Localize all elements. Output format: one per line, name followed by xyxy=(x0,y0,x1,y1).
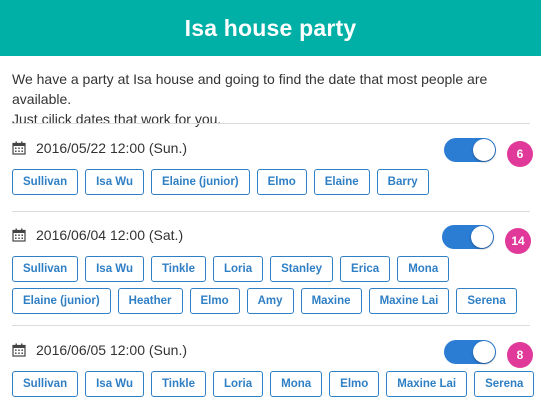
attendee-count-badge: 8 xyxy=(507,342,533,368)
attendee-chip[interactable]: Elaine xyxy=(313,169,370,195)
page-title: Isa house party xyxy=(184,14,357,41)
date-row-header: 2016/06/04 12:00 (Sat.) xyxy=(12,225,183,245)
attendee-chip[interactable]: Maxine Lai xyxy=(386,371,468,397)
calendar-icon xyxy=(12,228,26,242)
description-line-2: Just cilick dates that work for you. xyxy=(12,111,222,127)
attendee-chip[interactable]: Serena xyxy=(474,371,535,397)
attendee-chip[interactable]: Elaine (junior) xyxy=(150,169,250,195)
availability-toggle[interactable] xyxy=(444,340,496,364)
attendee-chip[interactable]: Elmo xyxy=(329,371,380,397)
attendee-chip[interactable]: Tinkle xyxy=(150,256,206,282)
attendee-chip[interactable]: Loria xyxy=(213,256,264,282)
date-row-header: 2016/05/22 12:00 (Sun.) xyxy=(12,138,187,158)
attendee-list: Sullivan Isa Wu Tinkle Loria Mona Elmo M… xyxy=(12,371,537,397)
calendar-icon xyxy=(12,141,26,155)
attendee-chip[interactable]: Tinkle xyxy=(150,371,206,397)
attendee-chip[interactable]: Stanley xyxy=(270,256,334,282)
attendee-chip[interactable]: Elmo xyxy=(189,288,240,314)
attendee-list: Sullivan Isa Wu Elaine (junior) Elmo Ela… xyxy=(12,169,537,195)
attendee-chip[interactable]: Sullivan xyxy=(12,256,79,282)
calendar-icon xyxy=(12,343,26,357)
attendee-chip[interactable]: Maxine Lai xyxy=(368,288,450,314)
toggle-knob xyxy=(473,139,495,161)
divider xyxy=(12,123,530,124)
date-label: 2016/06/05 12:00 (Sun.) xyxy=(36,342,188,358)
description-line-1: We have a party at Isa house and going t… xyxy=(12,71,488,107)
attendee-chip[interactable]: Loria xyxy=(213,371,264,397)
attendee-chip[interactable]: Mona xyxy=(270,371,323,397)
attendee-chip[interactable]: Maxine xyxy=(300,288,362,314)
availability-toggle[interactable] xyxy=(442,225,494,249)
attendee-chip[interactable]: Heather xyxy=(117,288,183,314)
app-header: Isa house party xyxy=(0,0,541,56)
attendee-chip[interactable]: Elmo xyxy=(256,169,307,195)
date-label: 2016/06/04 12:00 (Sat.) xyxy=(36,227,184,243)
toggle-knob xyxy=(471,226,493,248)
attendee-chip[interactable]: Barry xyxy=(376,169,429,195)
date-label: 2016/05/22 12:00 (Sun.) xyxy=(36,140,188,156)
attendee-chip[interactable]: Isa Wu xyxy=(85,256,144,282)
divider xyxy=(12,325,530,326)
description: We have a party at Isa house and going t… xyxy=(12,69,537,129)
attendee-chip[interactable]: Elaine (junior) xyxy=(12,288,111,314)
attendee-chip[interactable]: Serena xyxy=(456,288,517,314)
attendee-chip[interactable]: Erica xyxy=(340,256,391,282)
toggle-knob xyxy=(473,341,495,363)
attendee-count-badge: 14 xyxy=(505,228,531,254)
availability-toggle[interactable] xyxy=(444,138,496,162)
attendee-count-badge: 6 xyxy=(507,141,533,167)
attendee-chip[interactable]: Isa Wu xyxy=(85,371,144,397)
attendee-chip[interactable]: Amy xyxy=(246,288,294,314)
date-row-header: 2016/06/05 12:00 (Sun.) xyxy=(12,340,187,360)
attendee-chip[interactable]: Isa Wu xyxy=(85,169,144,195)
attendee-chip[interactable]: Mona xyxy=(397,256,450,282)
divider xyxy=(12,211,530,212)
attendee-chip[interactable]: Sullivan xyxy=(12,169,79,195)
attendee-list: Sullivan Isa Wu Tinkle Loria Stanley Eri… xyxy=(12,256,537,314)
attendee-chip[interactable]: Sullivan xyxy=(12,371,79,397)
